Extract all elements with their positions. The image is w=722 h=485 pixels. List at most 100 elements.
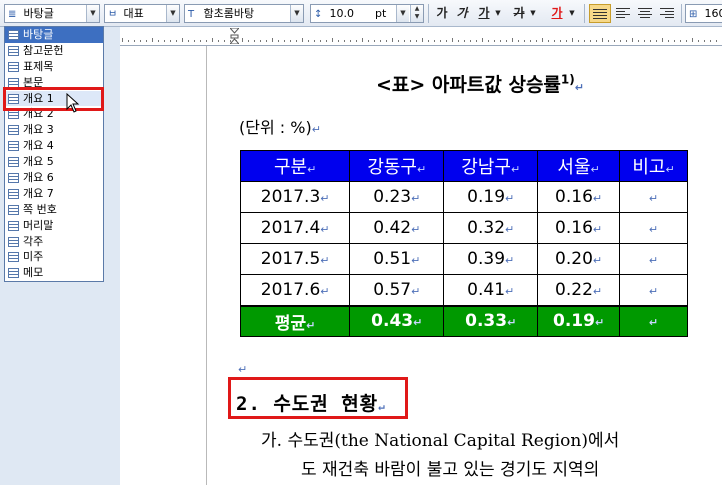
table-cell[interactable]: 0.20↵ — [537, 243, 620, 275]
align-center-icon — [637, 5, 653, 21]
indent-marker-icon[interactable] — [230, 28, 239, 44]
mouse-pointer-icon — [66, 93, 80, 113]
horizontal-ruler[interactable] — [120, 27, 722, 46]
paragraph-mark: ↵ — [648, 192, 659, 205]
table-cell[interactable]: 0.16↵ — [537, 181, 620, 213]
chevron-down-icon[interactable]: ▼ — [290, 5, 303, 22]
table-header-cell[interactable]: 강동구↵ — [349, 150, 445, 182]
table-cell[interactable]: 0.19↵ — [537, 304, 620, 337]
style-list-item[interactable]: 각주 — [5, 234, 103, 250]
ruler-tick — [704, 40, 705, 42]
size-stepper-icon[interactable]: ▲ ▼ — [410, 5, 423, 22]
table-cell[interactable]: 0.42↵ — [349, 212, 445, 244]
table-cell[interactable]: 0.57↵ — [349, 274, 445, 306]
table-cell[interactable]: 2017.6↵ — [239, 274, 351, 306]
table-cell[interactable]: 2017.5↵ — [239, 243, 351, 275]
align-center-button[interactable] — [635, 4, 655, 23]
ruler-tick — [410, 40, 411, 42]
style-list-item[interactable]: 개요 3 — [5, 122, 103, 138]
style-combo[interactable]: ≣ 바탕글 ▼ — [4, 4, 100, 23]
table-header-cell[interactable]: 서울↵ — [537, 150, 620, 182]
table-cell[interactable]: 0.39↵ — [443, 243, 539, 275]
ruler-tick — [494, 40, 495, 42]
ruler-tick — [446, 40, 447, 42]
ruler-tick — [404, 40, 405, 42]
ruler-tick — [644, 40, 645, 42]
chevron-down-icon[interactable]: ▼ — [396, 5, 409, 22]
table-cell[interactable]: ↵ — [618, 181, 689, 213]
table-cell[interactable]: 2017.4↵ — [239, 212, 351, 244]
chevron-down-icon[interactable]: ▼ — [567, 4, 577, 23]
chevron-down-icon[interactable]: ▼ — [493, 4, 503, 23]
italic-button[interactable]: 가 — [454, 4, 470, 23]
style-list-item[interactable]: 메모 — [5, 265, 103, 281]
underline-button[interactable]: 가 — [475, 4, 493, 23]
font-combo[interactable]: T 함초롬바탕 ▼ — [184, 4, 304, 23]
ruler-tick — [290, 40, 291, 42]
table-cell[interactable]: 0.16↵ — [537, 212, 620, 244]
style-list-item[interactable]: 미주 — [5, 249, 103, 265]
font-size-field[interactable]: ↕ 10.0 pt ▼ ▲ ▼ — [310, 4, 424, 23]
font-combo-value: 함초롬바탕 — [203, 7, 255, 20]
style-list-item[interactable]: 개요 7 — [5, 186, 103, 202]
table-cell[interactable]: ↵ — [618, 304, 689, 337]
table-row: 2017.3↵ 0.23↵ 0.19↵ 0.16↵ ↵ — [239, 181, 689, 213]
table-cell[interactable]: 0.33↵ — [443, 304, 539, 337]
chevron-down-icon[interactable]: ▼ — [528, 4, 538, 23]
toolbar-separator — [584, 4, 585, 23]
chevron-down-icon[interactable]: ▼ — [166, 5, 179, 22]
footnote-mark[interactable]: 1) — [561, 73, 575, 87]
data-table[interactable]: 구분↵ 강동구↵ 강남구↵ 서울↵ 비고↵ 2017.3↵ 0.23↵ 0.19↵ 0… — [239, 150, 689, 337]
style-list-item[interactable]: 머리말 — [5, 218, 103, 234]
align-right-button[interactable] — [657, 4, 677, 23]
table-cell[interactable]: 2017.3↵ — [239, 181, 351, 213]
font-color-button[interactable]: 가 — [548, 4, 566, 23]
table-cell[interactable]: 0.32↵ — [443, 212, 539, 244]
table-cell[interactable]: 0.51↵ — [349, 243, 445, 275]
table-cell[interactable]: 0.22↵ — [537, 274, 620, 306]
table-cell[interactable]: 0.19↵ — [443, 181, 539, 213]
zoom-combo[interactable]: ⊞ 160 — [685, 4, 722, 23]
table-cell[interactable]: 0.41↵ — [443, 274, 539, 306]
chevron-down-icon[interactable]: ▼ — [86, 5, 99, 22]
paragraph-style-icon — [8, 252, 19, 263]
align-right-icon — [659, 5, 675, 21]
paragraph-mark: ↵ — [648, 254, 659, 267]
table-cell[interactable]: ↵ — [618, 243, 689, 275]
ruler-tick — [554, 40, 555, 42]
style-dropdown-list[interactable]: 바탕글 참고문헌 표제목 본문 개요 1 개요 2 개요 3 개요 4 개요 5 개요 6 개요 7… — [4, 26, 104, 282]
align-justify-button[interactable] — [589, 4, 611, 23]
style-list-item-label: 바탕글 — [23, 28, 54, 41]
align-left-button[interactable] — [613, 4, 633, 23]
style-list-item-label: 머리말 — [23, 218, 54, 232]
style-list-item[interactable]: 개요 4 — [5, 138, 103, 154]
style-list-item[interactable]: 표제목 — [5, 59, 103, 75]
table-cell[interactable]: ↵ — [618, 274, 689, 306]
paragraph-mark: ↵ — [411, 254, 421, 267]
style-list-item[interactable]: 개요 6 — [5, 170, 103, 186]
style-list-item[interactable]: 쪽 번호 — [5, 202, 103, 218]
table-cell[interactable]: ↵ — [618, 212, 689, 244]
ruler-tick — [680, 40, 681, 42]
paragraph-mark: ↵ — [320, 284, 330, 298]
table-cell[interactable]: 0.43↵ — [349, 304, 445, 337]
language-combo[interactable]: ㅂ 대표 ▼ — [104, 4, 180, 23]
style-list-item[interactable]: 바탕글 — [5, 27, 103, 43]
bold-button[interactable]: 가 — [434, 4, 450, 23]
ruler-tick — [614, 40, 615, 42]
style-list-item[interactable]: 개요 5 — [5, 154, 103, 170]
ruler-tick — [392, 38, 393, 42]
strikethrough-button[interactable]: 가 — [510, 4, 528, 23]
table-header-cell[interactable]: 비고↵ — [618, 150, 689, 182]
document-page[interactable]: <표> 아파트값 상승률1)↵ (단위 : %)↵ 구분↵ 강동구↵ 강남구↵ … — [120, 46, 722, 485]
table-header-cell[interactable]: 구분↵ — [239, 150, 351, 182]
style-list-item[interactable]: 참고문헌 — [5, 43, 103, 59]
header-text: 비고 — [632, 157, 666, 178]
table-cell[interactable]: 0.23↵ — [349, 181, 445, 213]
cell-text: 0.19 — [467, 187, 506, 207]
table-cell[interactable]: 평균↵ — [239, 304, 351, 337]
language-icon: ㅂ — [108, 9, 118, 20]
style-list-item-label: 참고문헌 — [23, 43, 64, 57]
table-header-cell[interactable]: 강남구↵ — [443, 150, 539, 182]
paragraph-mark: ↵ — [320, 192, 330, 205]
